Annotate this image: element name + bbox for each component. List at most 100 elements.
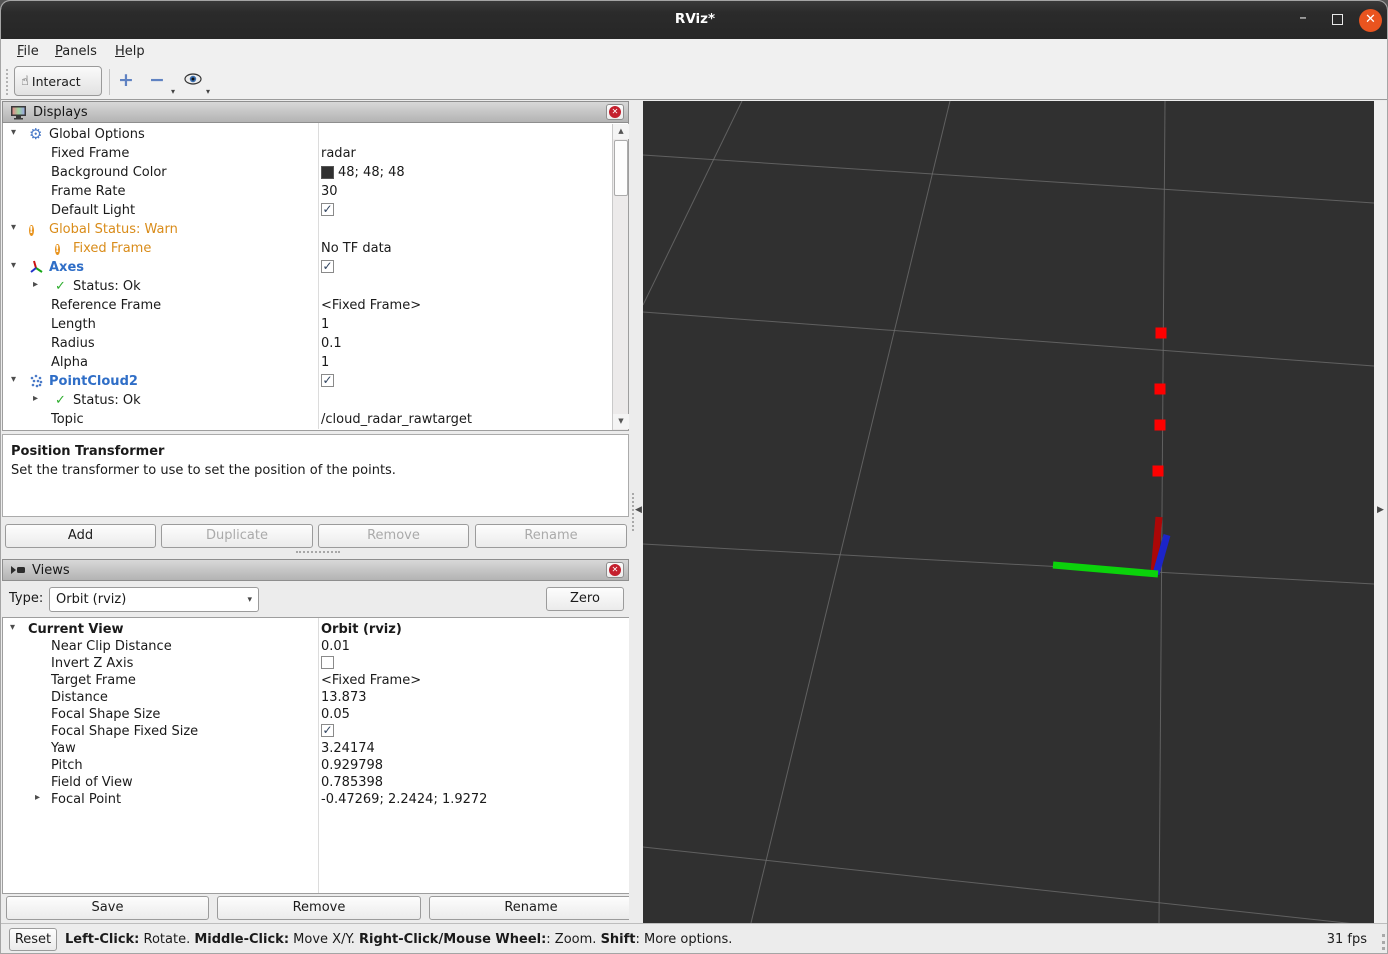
view-tree-row[interactable]: Yaw3.24174 [3,739,629,756]
display-tree-row[interactable]: Alpha1 [3,353,628,372]
views-tree[interactable]: ▾Current ViewOrbit (rviz)Near Clip Dista… [2,617,630,894]
displays-panel-header[interactable]: Displays ✕ [2,101,629,123]
view-tree-row[interactable]: Distance13.873 [3,688,629,705]
view-tree-row[interactable]: ▸Focal Point-0.47269; 2.2424; 1.9272 [3,790,629,807]
view-type-combobox[interactable]: Orbit (rviz) ▾ [49,587,259,612]
view-tree-row[interactable]: ▾Current ViewOrbit (rviz) [3,620,629,637]
viewport-scene [643,101,1374,923]
value-text: 30 [321,184,338,199]
maximize-icon [1332,14,1343,25]
views-panel-header[interactable]: Views ✕ [2,559,629,581]
eye-icon[interactable] [184,73,202,89]
reset-button[interactable]: Reset [9,928,57,951]
display-tree-row[interactable]: Reference Frame<Fixed Frame> [3,296,628,315]
panel-viewport-splitter[interactable]: ◀ [629,101,643,923]
menu-file[interactable]: File [13,42,43,61]
status-ok-check-icon: ✓ [55,279,66,294]
views-close-button[interactable]: ✕ [606,562,624,578]
checkbox[interactable]: ✓ [321,260,334,273]
menu-help[interactable]: Help [111,42,149,61]
display-tree-row[interactable]: Default Light✓ [3,201,628,220]
checkbox[interactable]: ✓ [321,724,334,737]
display-tree-row[interactable]: !Fixed FrameNo TF data [3,239,628,258]
tree-expand-arrow[interactable]: ▾ [11,127,16,138]
close-x-icon: ✕ [609,106,621,118]
tree-item-value: 0.05 [321,707,350,722]
save-view-button[interactable]: Save [6,896,209,920]
rviz-window: RViz* – ✕ File Panels Help ☝ Interact + … [0,0,1388,954]
view-tree-row[interactable]: Target Frame <Fixed Frame> [3,671,629,688]
tree-collapse-arrow[interactable]: ▸ [33,279,38,290]
display-tree-row[interactable]: ▾⚙Global Options [3,125,628,144]
tree-item-label: Reference Frame [51,298,161,313]
panel-splitter-handle[interactable] [296,551,340,554]
3d-viewport[interactable] [643,101,1374,923]
add-display-button[interactable]: Add [5,524,156,548]
zoom-out-icon[interactable]: − [147,68,167,94]
monitor-icon [10,105,27,120]
display-tree-row[interactable]: Radius0.1 [3,334,628,353]
close-x-icon: ✕ [609,564,621,576]
tree-collapse-arrow[interactable]: ▸ [35,792,40,803]
view-dropdown-arrow[interactable]: ▾ [206,87,210,96]
display-tree-row[interactable]: ▸✓Status: Ok [3,391,628,410]
splitter-dots [632,493,634,531]
toolbar-drag-handle[interactable] [6,69,9,95]
tree-item-value: 0.1 [321,336,342,351]
scrollbar-thumb[interactable] [614,140,628,196]
rename-view-button[interactable]: Rename [429,896,633,920]
view-tree-row[interactable]: Field of View0.785398 [3,773,629,790]
resize-grip[interactable] [1371,934,1385,950]
interact-tool-button[interactable]: ☝ Interact [14,66,102,96]
view-type-label: Type: [9,591,43,606]
zoom-out-dropdown-arrow[interactable]: ▾ [171,87,175,96]
collapse-right-icon[interactable]: ▶ [1377,505,1384,515]
display-tree-row[interactable]: ▸✓Status: Ok [3,277,628,296]
display-tree-row[interactable]: Frame Rate30 [3,182,628,201]
value-text: 13.873 [321,690,367,705]
scroll-down-arrow[interactable]: ▼ [613,414,629,429]
maximize-button[interactable] [1327,9,1349,31]
minimize-button[interactable]: – [1292,9,1314,31]
collapse-left-icon[interactable]: ◀ [635,505,642,515]
view-tree-row[interactable]: Invert Z Axis [3,654,629,671]
display-tree-row[interactable]: Topic/cloud_radar_rawtarget [3,410,628,429]
tree-item-value: <Fixed Frame> [321,673,421,688]
display-tree-row[interactable]: ▾Axes✓ [3,258,628,277]
duplicate-display-button: Duplicate [161,524,313,548]
display-tree-row[interactable]: Fixed Frameradar [3,144,628,163]
remove-view-button[interactable]: Remove [217,896,421,920]
tree-item-label: Field of View [51,775,133,790]
scroll-up-arrow[interactable]: ▲ [613,124,629,139]
view-tree-row[interactable]: Near Clip Distance0.01 [3,637,629,654]
color-swatch[interactable] [321,166,334,179]
close-button[interactable]: ✕ [1359,9,1382,32]
viewport-background[interactable] [643,101,1374,923]
value-text: /cloud_radar_rawtarget [321,412,472,427]
view-tree-row[interactable]: Focal Shape Fixed Size✓ [3,722,629,739]
title-bar[interactable]: RViz* – ✕ [1,1,1388,39]
tree-expand-arrow[interactable]: ▾ [11,374,16,385]
display-tree-row[interactable]: Length1 [3,315,628,334]
tree-item-value: ✓ [321,260,334,273]
tree-expand-arrow[interactable]: ▾ [11,222,16,233]
view-tree-row[interactable]: Focal Shape Size0.05 [3,705,629,722]
displays-close-button[interactable]: ✕ [606,104,624,120]
display-tree-row[interactable]: ▾PointCloud2✓ [3,372,628,391]
checkbox[interactable]: ✓ [321,203,334,216]
checkbox[interactable] [321,656,334,669]
displays-tree[interactable]: ▾⚙Global OptionsFixed FrameradarBackgrou… [2,123,629,431]
tree-item-label: Target Frame [51,673,136,688]
menu-panels[interactable]: Panels [51,42,101,61]
display-tree-row[interactable]: Background Color48; 48; 48 [3,163,628,182]
zero-button[interactable]: Zero [546,587,624,611]
tree-expand-arrow[interactable]: ▾ [11,260,16,271]
display-tree-row[interactable]: ▾!Global Status: Warn [3,220,628,239]
view-tree-row[interactable]: Pitch0.929798 [3,756,629,773]
zoom-in-icon[interactable]: + [116,68,136,94]
displays-scrollbar[interactable]: ▲ ▼ [612,124,628,430]
tree-collapse-arrow[interactable]: ▸ [33,393,38,404]
fps-counter: 31 fps [1327,932,1367,947]
tree-expand-arrow[interactable]: ▾ [10,622,15,633]
checkbox[interactable]: ✓ [321,374,334,387]
